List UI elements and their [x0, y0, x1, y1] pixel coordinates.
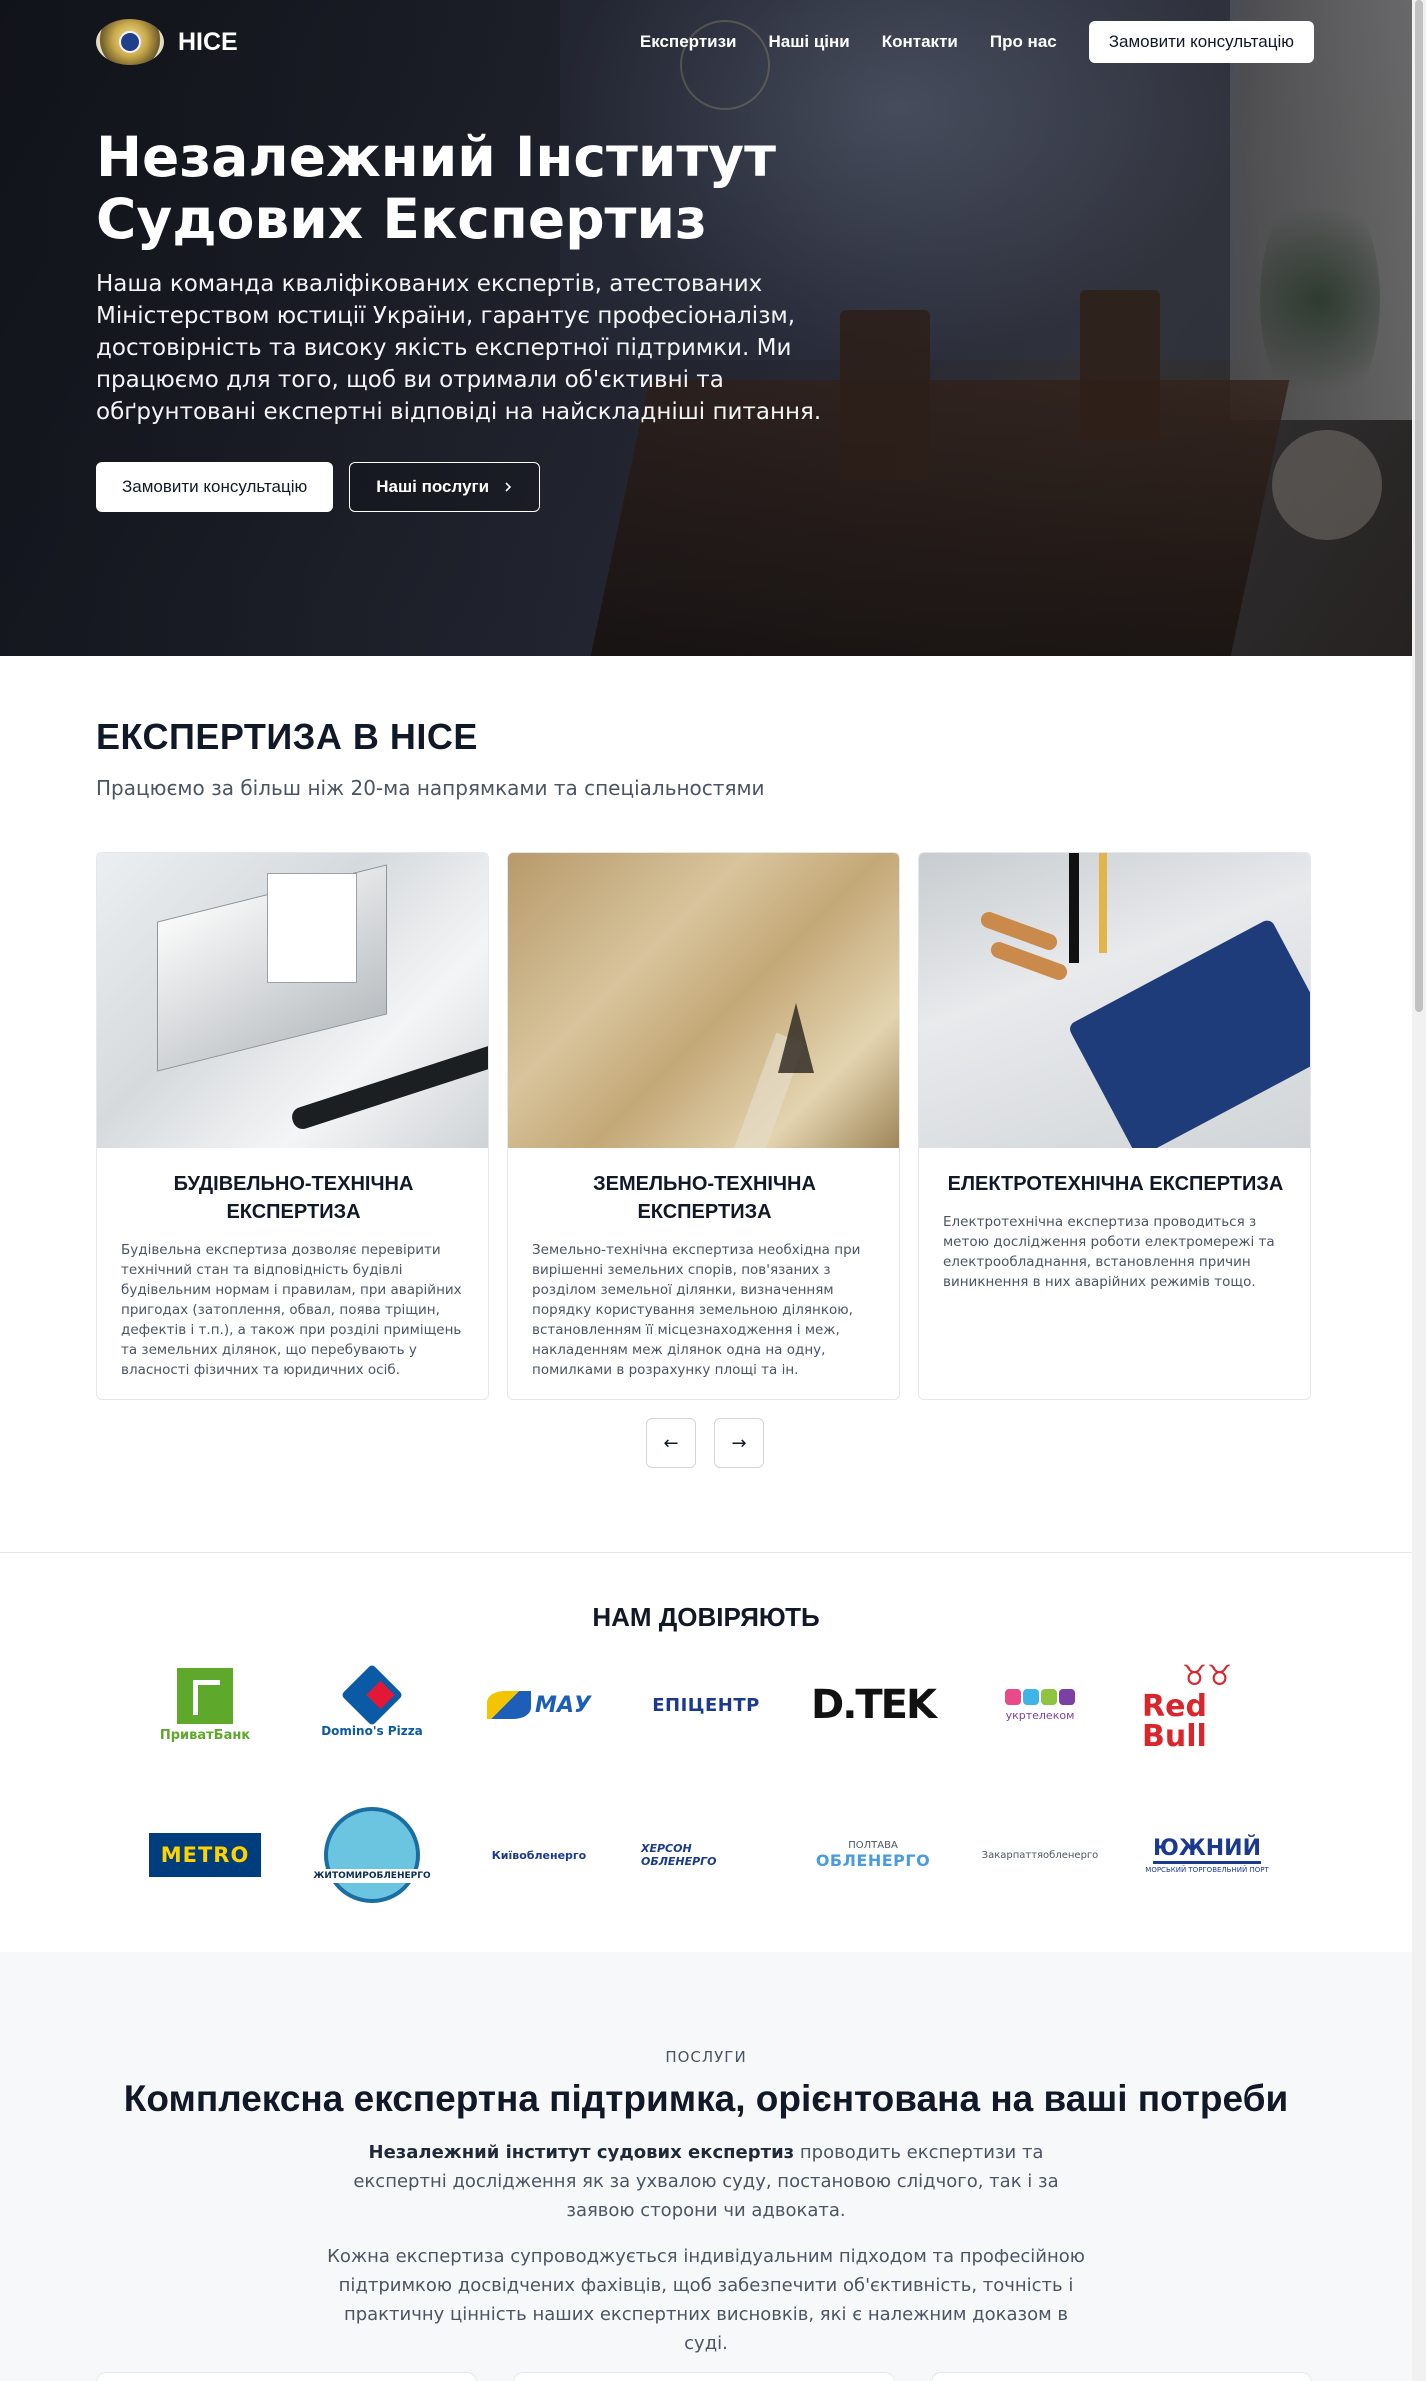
- service-card[interactable]: [930, 2372, 1312, 2381]
- partner-logos-row: METRO ЖИТОМИРОБЛЕНЕРГО Київобленерго ХЕР…: [140, 1800, 1272, 1910]
- main-nav: НІСЕ Експертизи Наші ціни Контакти Про н…: [96, 19, 1314, 65]
- hero-buttons: Замовити консультацію Наші послуги: [96, 462, 541, 512]
- carousel-next-button[interactable]: →: [714, 1418, 764, 1468]
- services-eyebrow: ПОСЛУГИ: [665, 2048, 747, 2066]
- section-divider: [0, 1552, 1412, 1553]
- expertise-card[interactable]: ЗЕМЕЛЬНО-ТЕХНІЧНА ЕКСПЕРТИЗА Земельно-те…: [507, 852, 900, 1400]
- expertise-title: ЕКСПЕРТИЗА В НІСЕ: [96, 716, 478, 757]
- hero-description: Наша команда кваліфікованих експертів, а…: [96, 271, 822, 425]
- poltavaoblenergo-logo: ПОЛТАВА ОБЛЕНЕРГО: [815, 1840, 931, 1870]
- card-text: Земельно-технічна експертиза необхідна п…: [532, 1242, 861, 1378]
- yuzhny-port-logo: ЮЖНИЙ МОРСЬКИЙ ТОРГОВЕЛЬНИЙ ПОРТ: [1145, 1835, 1269, 1874]
- hero-services-button[interactable]: Наші послуги: [349, 462, 541, 512]
- metro-logo: METRO: [140, 1810, 270, 1900]
- brand[interactable]: НІСЕ: [96, 19, 238, 65]
- hero-consultation-button[interactable]: Замовити консультацію: [96, 462, 334, 512]
- services-intro: Незалежний інститут судових експертиз пр…: [326, 2138, 1086, 2225]
- nav-consultation-button[interactable]: Замовити консультацію: [1088, 21, 1314, 63]
- nav-link-prices[interactable]: Наші ціни: [769, 32, 850, 52]
- privatbank-logo: ПриватБанк: [140, 1660, 270, 1750]
- card-title: ЕЛЕКТРОТЕХНІЧНА ЕКСПЕРТИЗА: [947, 1173, 1284, 1195]
- dominos-logo: Domino's Pizza: [307, 1660, 437, 1750]
- card-title: ЗЕМЕЛЬНО-ТЕХНІЧНА ЕКСПЕРТИЗА: [593, 1173, 816, 1223]
- construction-image: [97, 853, 488, 1148]
- zakarpattiaoblenergo-logo: Закарпаттяобленерго: [981, 1849, 1099, 1861]
- expertise-subtitle: Працюємо за більш ніж 20-ма напрямками т…: [96, 776, 765, 800]
- hero-section: НІСЕ Експертизи Наші ціни Контакти Про н…: [0, 0, 1412, 656]
- card-body: БУДІВЕЛЬНО-ТЕХНІЧНА ЕКСПЕРТИЗА Будівельн…: [97, 1148, 488, 1380]
- nav-links: Експертизи Наші ціни Контакти Про нас За…: [640, 21, 1314, 63]
- carousel-controls: ← →: [646, 1418, 764, 1468]
- arrow-left-icon: ←: [663, 1432, 679, 1454]
- redbull-logo: ♉♉ Red Bull: [1142, 1658, 1233, 1754]
- nav-link-expertises[interactable]: Експертизи: [640, 32, 737, 52]
- card-body: ЕЛЕКТРОТЕХНІЧНА ЕКСПЕРТИЗА Електротехніч…: [919, 1148, 1310, 1292]
- partner-logos-row: ПриватБанк Domino's Pizza МАУ ЕПІЦЕНТР D…: [140, 1658, 1272, 1754]
- mau-logo: МАУ: [474, 1660, 604, 1750]
- land-survey-image: [508, 853, 899, 1148]
- service-card[interactable]: [96, 2372, 478, 2381]
- card-title: БУДІВЕЛЬНО-ТЕХНІЧНА ЕКСПЕРТИЗА: [173, 1173, 414, 1223]
- card-text: Будівельна експертиза дозволяє перевірит…: [121, 1242, 462, 1378]
- page-scrollbar[interactable]: [1412, 0, 1426, 2381]
- scrollbar-thumb[interactable]: [1415, 0, 1423, 1012]
- brand-name: НІСЕ: [178, 27, 238, 56]
- hero-services-button-label: Наші послуги: [376, 477, 490, 496]
- expertise-card[interactable]: ЕЛЕКТРОТЕХНІЧНА ЕКСПЕРТИЗА Електротехніч…: [918, 852, 1311, 1400]
- ukrtelecom-logo: укртелеком: [975, 1660, 1105, 1750]
- service-card[interactable]: [513, 2372, 895, 2381]
- hero-title: Незалежний Інститут Судових Експертиз: [96, 125, 777, 251]
- services-description: Кожна експертиза супроводжується індивід…: [327, 2246, 1085, 2354]
- zhytomyroblenergo-logo: ЖИТОМИРОБЛЕНЕРГО: [307, 1800, 437, 1910]
- arrow-right-icon: →: [731, 1432, 747, 1454]
- nav-link-about[interactable]: Про нас: [990, 32, 1057, 52]
- expertise-card[interactable]: БУДІВЕЛЬНО-ТЕХНІЧНА ЕКСПЕРТИЗА Будівельн…: [96, 852, 489, 1400]
- card-body: ЗЕМЕЛЬНО-ТЕХНІЧНА ЕКСПЕРТИЗА Земельно-те…: [508, 1148, 899, 1380]
- kyivoblenergo-logo: Київобленерго: [491, 1848, 587, 1862]
- services-intro-strong: Незалежний інститут судових експертиз: [368, 2142, 795, 2163]
- card-text: Електротехнічна експертиза проводиться з…: [943, 1214, 1275, 1290]
- electronics-image: [919, 853, 1310, 1148]
- services-title: Комплексна експертна підтримка, орієнтов…: [123, 2078, 1289, 2119]
- epicentr-logo: ЕПІЦЕНТР: [652, 1694, 760, 1716]
- trust-title: НАМ ДОВІРЯЮТЬ: [592, 1602, 820, 1632]
- nav-link-contacts[interactable]: Контакти: [882, 32, 958, 52]
- chevron-right-icon: [505, 482, 512, 492]
- dtek-logo: D.TEK: [810, 1682, 937, 1728]
- services-cards: [96, 2372, 1312, 2381]
- khersonoblenergo-logo: ХЕРСОН ОБЛЕНЕРГО: [641, 1842, 717, 1868]
- expertise-carousel: БУДІВЕЛЬНО-ТЕХНІЧНА ЕКСПЕРТИЗА Будівельн…: [96, 852, 1312, 1400]
- carousel-prev-button[interactable]: ←: [646, 1418, 696, 1468]
- brand-logo-emblem: [96, 19, 164, 65]
